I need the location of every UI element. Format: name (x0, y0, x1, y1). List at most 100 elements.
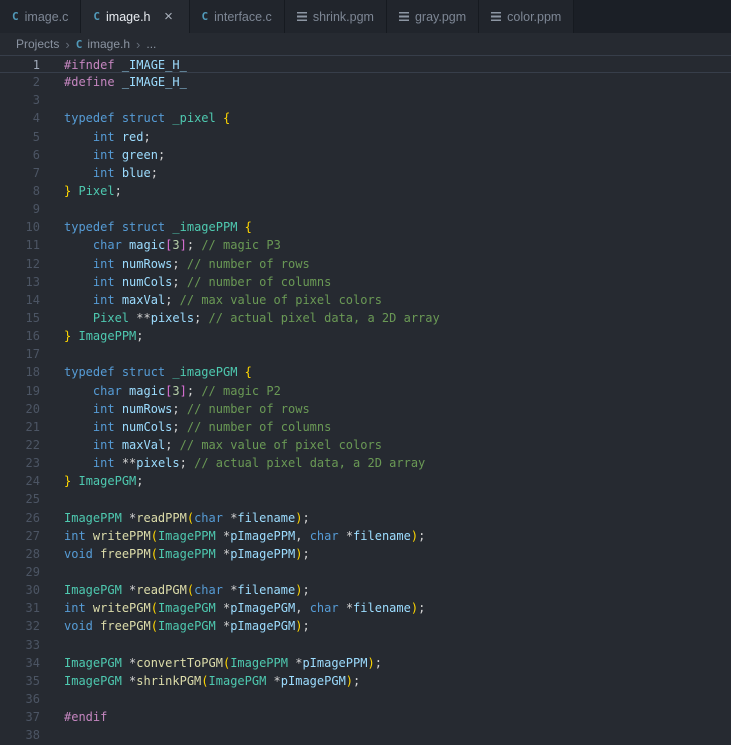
line-content: } Pixel; (64, 183, 122, 198)
line-content: int writePPM(ImagePPM *pImagePPM, char *… (64, 528, 426, 543)
line-number: 20 (25, 401, 40, 416)
line-number: 4 (32, 111, 40, 126)
line-number: 33 (25, 637, 40, 652)
code-line[interactable]: 13 int numCols; // number of columns (0, 273, 731, 291)
line-content: int numRows; // number of rows (92, 401, 310, 416)
code-line[interactable]: 29 (0, 563, 731, 581)
tab-image.h[interactable]: Cimage.h × (81, 0, 190, 33)
line-number: 36 (25, 691, 40, 706)
breadcrumb-item-symbol[interactable]: ... (146, 37, 156, 51)
tab-label: image.h (106, 9, 151, 24)
line-number: 5 (32, 129, 40, 144)
code-line[interactable]: 17 (0, 345, 731, 363)
code-line[interactable]: 31 int writePGM(ImagePGM *pImagePGM, char… (0, 599, 731, 617)
code-line[interactable]: 25 (0, 490, 731, 508)
tab-label: shrink.pgm (312, 9, 374, 24)
line-number: 30 (25, 583, 40, 598)
line-number: 37 (25, 710, 40, 725)
tab-interface.c[interactable]: Cinterface.c (189, 0, 285, 33)
code-line[interactable]: 24} ImagePGM; (0, 472, 731, 490)
line-number: 9 (32, 202, 40, 217)
line-number: 14 (25, 292, 40, 307)
code-line[interactable]: 27 int writePPM(ImagePPM *pImagePPM, char… (0, 527, 731, 545)
code-line[interactable]: 21 int numCols; // number of columns (0, 418, 731, 436)
line-number: 3 (32, 93, 40, 108)
line-number: 25 (25, 492, 40, 507)
code-line[interactable]: 3 (0, 91, 731, 109)
line-content: void freePPM(ImagePPM *pImagePPM); (64, 546, 310, 561)
line-content: int numCols; // number of columns (92, 419, 332, 434)
line-number: 26 (25, 510, 40, 525)
c-file-icon: C (75, 37, 83, 51)
code-line[interactable]: 16} ImagePPM; (0, 327, 731, 345)
code-line[interactable]: 22 int maxVal; // max value of pixel col… (0, 436, 731, 454)
line-content: int writePGM(ImagePGM *pImagePGM, char *… (64, 601, 426, 616)
code-line[interactable]: 26 ImagePPM *readPPM(char *filename); (0, 509, 731, 527)
code-line[interactable]: 37 #endif (0, 708, 731, 726)
breadcrumb-item-file[interactable]: image.h (87, 37, 130, 51)
tab-image.c[interactable]: Cimage.c (0, 0, 82, 33)
line-content: ImagePGM *convertToPGM(ImagePPM *pImageP… (64, 655, 382, 670)
code-line[interactable]: 14 int maxVal; // max value of pixel col… (0, 291, 731, 309)
breadcrumb-item-projects[interactable]: Projects (16, 37, 59, 51)
tab-bar: Cimage.c Cimage.h × Cinterface.c shrink.pgm g… (0, 0, 731, 33)
code-line[interactable]: 7 int blue; (0, 164, 731, 182)
line-content: int numRows; // number of rows (92, 256, 310, 271)
code-line[interactable]: 19 char magic[3]; // magic P2 (0, 382, 731, 400)
line-number: 22 (25, 437, 40, 452)
tab-gray.pgm[interactable]: gray.pgm (386, 0, 480, 33)
text-file-icon (398, 12, 409, 21)
line-number: 15 (25, 310, 40, 325)
line-content: int red; (92, 129, 151, 144)
c-file-icon: C (93, 10, 101, 23)
code-line[interactable]: 36 (0, 690, 731, 708)
code-area[interactable]: 1 #ifndef _IMAGE_H_ 2 #define _IMAGE_H_ 3 4 ty… (0, 55, 731, 744)
code-line[interactable]: 12 int numRows; // number of rows (0, 255, 731, 273)
breadcrumb: Projects › C image.h › ... (0, 33, 731, 55)
line-content: char magic[3]; // magic P2 (92, 383, 281, 398)
line-content: int green; (92, 147, 166, 162)
line-content: #endif (64, 710, 108, 725)
code-line[interactable]: 10 typedef struct _imagePPM { (0, 218, 731, 236)
line-content: typedef struct _imagePGM { (64, 365, 252, 380)
tab-shrink.pgm[interactable]: shrink.pgm (284, 0, 387, 33)
line-content: ImagePGM *readPGM(char *filename); (64, 583, 310, 598)
line-number: 28 (25, 546, 40, 561)
code-line[interactable]: 5 int red; (0, 128, 731, 146)
c-file-icon: C (201, 10, 209, 23)
line-content: ImagePPM *readPPM(char *filename); (64, 510, 310, 525)
code-line[interactable]: 6 int green; (0, 146, 731, 164)
code-line[interactable]: 38 (0, 726, 731, 744)
line-content: typedef struct _imagePPM { (64, 220, 252, 235)
tab-color.ppm[interactable]: color.ppm (479, 0, 575, 33)
code-line[interactable]: 32 void freePGM(ImagePGM *pImagePGM); (0, 617, 731, 635)
tab-label: interface.c (214, 9, 272, 24)
line-number: 32 (25, 619, 40, 634)
code-line[interactable]: 11 char magic[3]; // magic P3 (0, 236, 731, 254)
line-number: 11 (25, 238, 40, 253)
line-number: 35 (25, 673, 40, 688)
close-icon[interactable]: × (161, 8, 177, 25)
tab-label: gray.pgm (414, 9, 467, 24)
code-line[interactable]: 8} Pixel; (0, 182, 731, 200)
code-line[interactable]: 4 typedef struct _pixel { (0, 109, 731, 127)
code-line[interactable]: 2 #define _IMAGE_H_ (0, 73, 731, 91)
code-line[interactable]: 20 int numRows; // number of rows (0, 400, 731, 418)
line-number: 18 (25, 365, 40, 380)
code-line[interactable]: 1 #ifndef _IMAGE_H_ (0, 55, 731, 74)
code-line[interactable]: 9 (0, 200, 731, 218)
code-line[interactable]: 35 ImagePGM *shrinkPGM(ImagePGM *pImagePG… (0, 672, 731, 690)
line-content: int numCols; // number of columns (92, 274, 332, 289)
line-number: 1 (32, 58, 40, 72)
line-number: 21 (25, 419, 40, 434)
code-line[interactable]: 34 ImagePGM *convertToPGM(ImagePPM *pImag… (0, 654, 731, 672)
code-line[interactable]: 23 int **pixels; // actual pixel data, a… (0, 454, 731, 472)
code-line[interactable]: 15 Pixel **pixels; // actual pixel data,… (0, 309, 731, 327)
code-line[interactable]: 33 (0, 636, 731, 654)
line-content: } ImagePPM; (64, 329, 144, 344)
tab-label: image.c (24, 9, 69, 24)
code-line[interactable]: 18 typedef struct _imagePGM { (0, 363, 731, 381)
code-line[interactable]: 28 void freePPM(ImagePPM *pImagePPM); (0, 545, 731, 563)
line-number: 27 (25, 528, 40, 543)
code-line[interactable]: 30 ImagePGM *readPGM(char *filename); (0, 581, 731, 599)
